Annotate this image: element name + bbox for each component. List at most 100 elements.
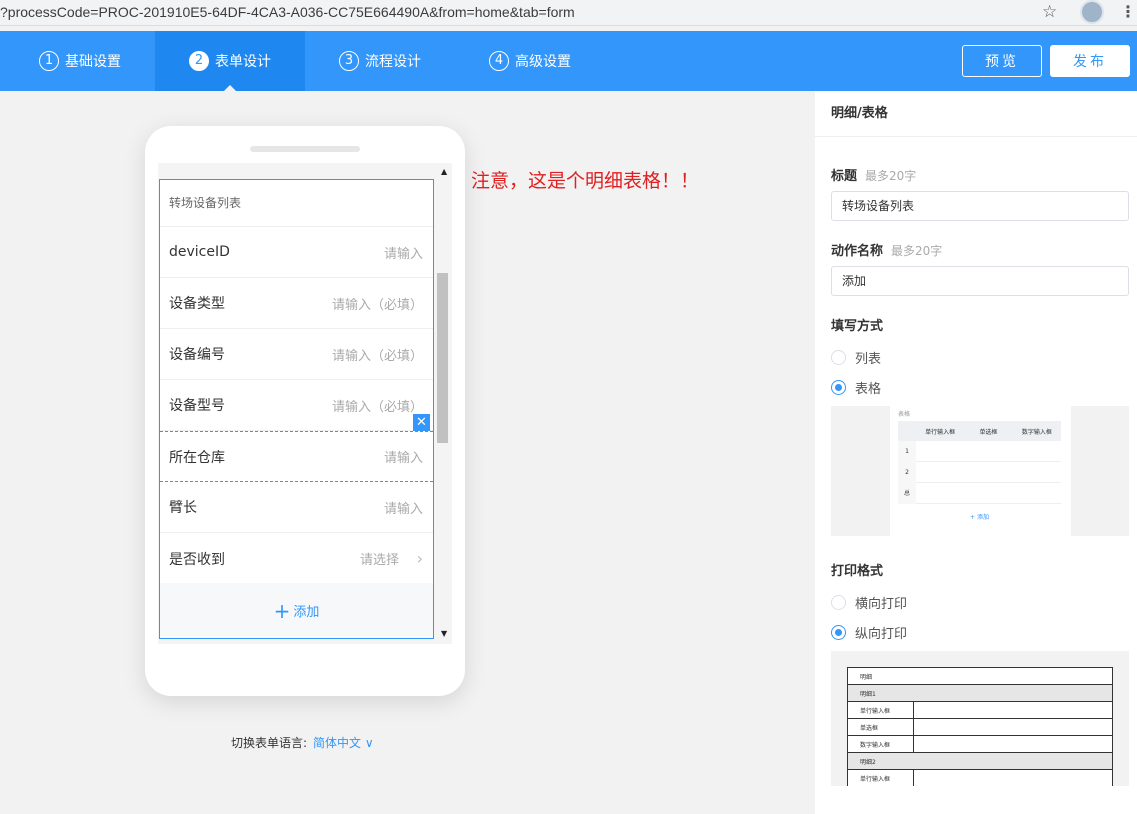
- field-row[interactable]: 设备型号 请输入（必填）: [160, 380, 433, 431]
- radio-label: 列表: [855, 352, 882, 367]
- title-input[interactable]: 转场设备列表: [831, 191, 1129, 221]
- print-row: 单选框: [847, 718, 914, 736]
- step-tab-process-design[interactable]: 3 流程设计: [305, 31, 455, 91]
- field-row[interactable]: 设备编号 请输入（必填）: [160, 329, 433, 380]
- print-format-label: 打印格式: [831, 564, 884, 579]
- field-label: 设备编号: [169, 347, 225, 363]
- step-label: 基础设置: [65, 54, 121, 70]
- action-hint: 最多20字: [891, 244, 943, 258]
- radio-label: 纵向打印: [855, 627, 908, 642]
- language-select[interactable]: 简体中文 ∨: [313, 736, 374, 750]
- action-name-input[interactable]: 添加: [831, 266, 1129, 296]
- action-section: 动作名称 最多20字: [831, 240, 942, 259]
- radio-checked-icon: [831, 625, 846, 640]
- preview-caption: 表格: [898, 411, 911, 418]
- step-label: 流程设计: [365, 54, 421, 70]
- field-row[interactable]: deviceID 请输入: [160, 227, 433, 278]
- print-row: 数字输入框: [847, 735, 914, 753]
- field-placeholder: 请输入: [383, 501, 423, 517]
- language-label: 切换表单语言:: [231, 736, 308, 750]
- profile-avatar[interactable]: [1080, 0, 1104, 24]
- field-placeholder: 请输入: [383, 451, 423, 466]
- preview-row: 2: [898, 461, 1061, 483]
- field-placeholder: 请输入（必填）: [331, 297, 423, 313]
- scroll-down-arrow-icon[interactable]: ▼: [441, 629, 447, 638]
- settings-panel: 明细/表格 标题 最多20字 转场设备列表 动作名称 最多20字 添加 填写方式 列…: [815, 91, 1137, 814]
- radio-label: 表格: [855, 382, 882, 397]
- radio-print-landscape[interactable]: 横向打印: [831, 593, 907, 612]
- url-text[interactable]: ?processCode=PROC-201910E5-64DF-4CA3-A03…: [0, 4, 575, 20]
- radio-label: 横向打印: [855, 597, 908, 612]
- panel-title: 明细/表格: [815, 91, 1137, 137]
- preview-row: 总: [898, 482, 1061, 504]
- plus-icon: +: [273, 598, 291, 623]
- phone-preview: ▲ ▼ 转场设备列表 deviceID 请输入 设备类型 请输入（必填） 设备编…: [145, 126, 465, 696]
- preview-button[interactable]: 预览: [962, 45, 1042, 77]
- field-placeholder: 请输入（必填）: [331, 399, 423, 415]
- preview-row-index: 总: [898, 482, 916, 504]
- phone-screen: ▲ ▼ 转场设备列表 deviceID 请输入 设备类型 请输入（必填） 设备编…: [158, 163, 452, 644]
- language-switch: 切换表单语言: 简体中文 ∨: [231, 734, 374, 751]
- preview-header-cell: 数字输入框: [1021, 428, 1052, 436]
- detail-title: 转场设备列表: [160, 180, 433, 227]
- field-label: 臂长: [169, 500, 197, 516]
- preview-header: 单行输入框 单选框 数字输入框: [898, 421, 1061, 441]
- step-number: 1: [39, 51, 59, 71]
- publish-button[interactable]: 发布: [1050, 45, 1130, 77]
- radio-circle-icon: [831, 350, 846, 365]
- scroll-up-arrow-icon[interactable]: ▲: [441, 167, 447, 176]
- delete-field-close-icon[interactable]: ✕: [413, 414, 430, 431]
- title-label: 标题: [831, 169, 858, 184]
- preview-header-cell: 单行输入框: [925, 428, 956, 436]
- preview-row: 1: [898, 440, 1061, 462]
- add-label: 添加: [293, 605, 320, 620]
- add-row-button[interactable]: + 添加: [160, 583, 433, 638]
- field-placeholder: 请输入（必填）: [331, 348, 423, 364]
- title-section: 标题 最多20字: [831, 165, 916, 184]
- field-placeholder: 请选择: [359, 553, 399, 568]
- chevron-right-icon: ›: [416, 549, 423, 568]
- step-number: 2: [189, 51, 209, 71]
- radio-fill-list[interactable]: 列表: [831, 348, 881, 367]
- preview-rows: 1 2 总: [898, 440, 1061, 504]
- top-nav-bar: 1 基础设置 2 表单设计 3 流程设计 4 高级设置 预览 发布: [0, 31, 1137, 91]
- print-row: 单行输入框: [847, 769, 914, 786]
- step-number: 3: [339, 51, 359, 71]
- print-row: 单行输入框: [847, 701, 914, 719]
- preview-row-index: 2: [898, 461, 916, 483]
- detail-table-widget[interactable]: 转场设备列表 deviceID 请输入 设备类型 请输入（必填） 设备编号 请输…: [159, 179, 434, 639]
- language-value: 简体中文: [313, 736, 362, 750]
- field-row[interactable]: 设备类型 请输入（必填）: [160, 278, 433, 329]
- phone-speaker: [250, 146, 360, 152]
- radio-checked-icon: [831, 380, 846, 395]
- bookmark-star-icon[interactable]: ☆: [1042, 2, 1057, 22]
- browser-menu-icon[interactable]: ⋮: [1120, 2, 1136, 21]
- field-row-selected[interactable]: 所在仓库 请输入: [160, 431, 433, 482]
- chevron-down-icon: ∨: [364, 736, 374, 750]
- radio-print-portrait[interactable]: 纵向打印: [831, 623, 907, 642]
- field-placeholder: 请输入: [383, 246, 423, 262]
- step-tab-advanced[interactable]: 4 高级设置: [455, 31, 605, 91]
- step-number: 4: [489, 51, 509, 71]
- step-label: 高级设置: [515, 54, 571, 70]
- field-label: deviceID: [169, 244, 230, 260]
- field-label: 是否收到: [169, 551, 225, 568]
- print-row: 明细2: [847, 752, 1113, 770]
- fill-mode-label: 填写方式: [831, 319, 884, 334]
- annotation-note: 注意，这是个明细表格！！: [471, 170, 700, 192]
- step-tab-basic[interactable]: 1 基础设置: [5, 31, 155, 91]
- field-row[interactable]: 臂长 请输入: [160, 482, 433, 533]
- scrollbar-thumb[interactable]: [437, 273, 448, 443]
- title-hint: 最多20字: [865, 169, 917, 183]
- field-label: 设备型号: [169, 398, 225, 414]
- print-preview: 明细 明细1 单行输入框 单选框 数字输入框 明细2 单行输入框: [831, 651, 1129, 786]
- browser-address-bar: ?processCode=PROC-201910E5-64DF-4CA3-A03…: [0, 0, 1137, 26]
- radio-circle-icon: [831, 595, 846, 610]
- print-preview-table: 明细 明细1 单行输入框 单选框 数字输入框 明细2 单行输入框: [847, 667, 1113, 786]
- table-mode-preview: 表格 单行输入框 单选框 数字输入框 1 2 总 + 添加: [831, 406, 1129, 536]
- step-tab-form-design[interactable]: 2 表单设计: [155, 31, 305, 91]
- print-row: 明细: [847, 667, 1113, 685]
- field-row[interactable]: 是否收到 请选择 ›: [160, 533, 433, 584]
- step-label: 表单设计: [215, 54, 271, 70]
- radio-fill-table[interactable]: 表格: [831, 378, 881, 397]
